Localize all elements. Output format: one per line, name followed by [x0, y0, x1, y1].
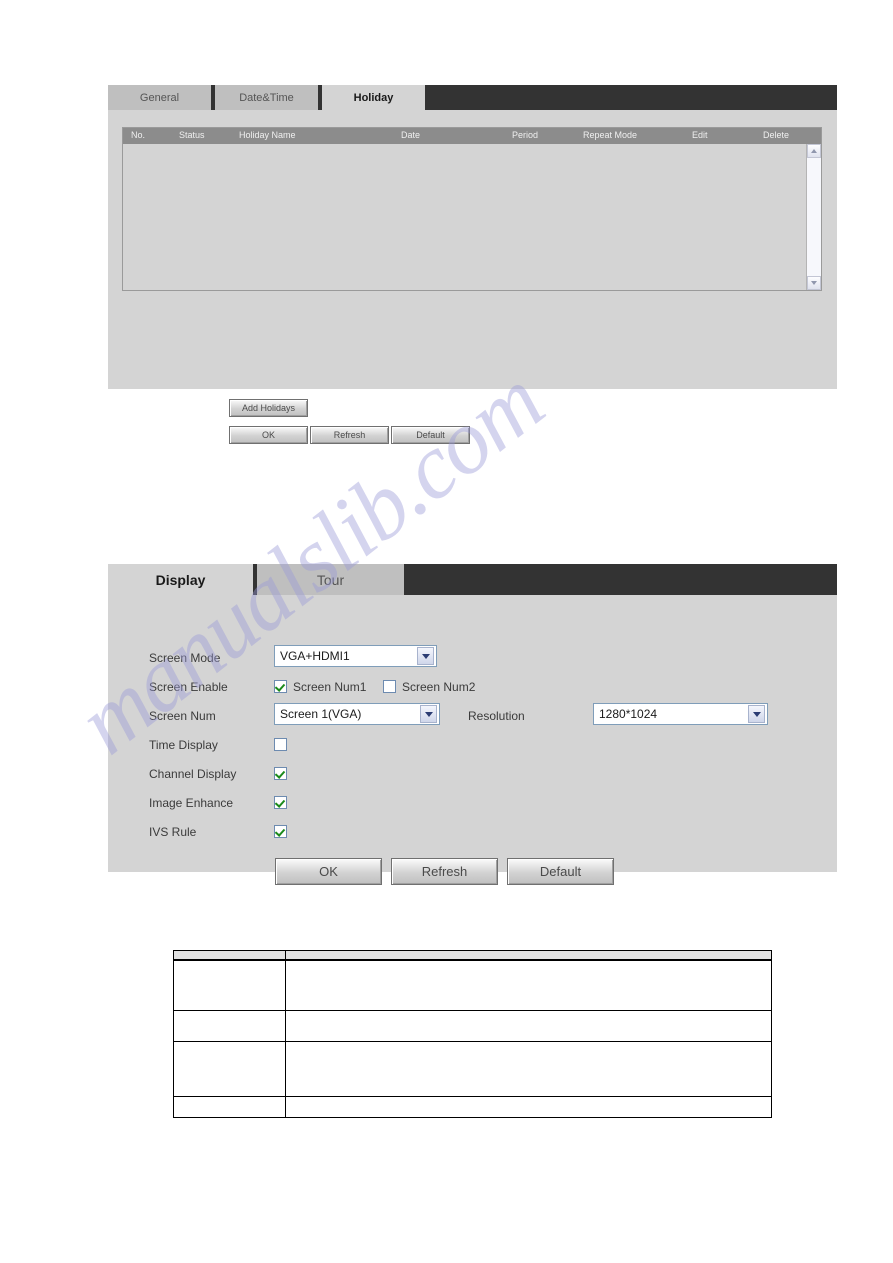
chevron-down-icon[interactable]: [420, 705, 437, 723]
screen-mode-select[interactable]: VGA+HDMI1: [274, 645, 437, 667]
time-display-checkbox[interactable]: [274, 738, 287, 751]
tab-bar-filler: [425, 85, 837, 110]
tab-bar-filler: [404, 564, 837, 595]
channel-display-label: Channel Display: [149, 767, 237, 781]
table-cell-description: [285, 959, 772, 1011]
holiday-table: No. Status Holiday Name Date Period Repe…: [122, 127, 822, 291]
table-cell-parameter: [173, 1040, 286, 1097]
table-cell-description: [285, 1009, 772, 1042]
table-row: [173, 959, 772, 1011]
table-cell-description: [285, 1040, 772, 1097]
holiday-ok-button[interactable]: OK: [229, 426, 308, 444]
display-default-button[interactable]: Default: [507, 858, 614, 885]
tab-general[interactable]: General: [108, 85, 211, 110]
holiday-refresh-label: Refresh: [333, 430, 366, 440]
display-refresh-label: Refresh: [421, 864, 468, 879]
screen-enable-label: Screen Enable: [149, 680, 228, 694]
holiday-table-header: No. Status Holiday Name Date Period Repe…: [123, 128, 821, 144]
table-header-row: [173, 950, 772, 961]
table-row: [173, 1095, 772, 1118]
scroll-down-button[interactable]: [807, 276, 821, 290]
ivs-rule-label: IVS Rule: [149, 825, 197, 839]
display-ok-label: OK: [319, 864, 338, 879]
chevron-down-icon: [811, 281, 817, 285]
resolution-label: Resolution: [468, 709, 525, 723]
screen-num1-label: Screen Num1: [293, 680, 367, 694]
column-header-date: Date: [401, 130, 421, 140]
screen-num-value: Screen 1(VGA): [280, 707, 362, 721]
column-header-delete: Delete: [763, 130, 790, 140]
holiday-refresh-button[interactable]: Refresh: [310, 426, 389, 444]
scroll-up-button[interactable]: [807, 144, 821, 158]
resolution-value: 1280*1024: [599, 707, 658, 721]
column-header-no: No.: [131, 130, 146, 140]
add-holidays-label: Add Holidays: [241, 403, 296, 413]
display-tab-bar: Display Tour: [108, 564, 837, 595]
holiday-table-scrollbar[interactable]: [806, 144, 821, 290]
image-enhance-checkbox[interactable]: [274, 796, 287, 809]
table-row: [173, 1009, 772, 1042]
table-cell-parameter: [173, 959, 286, 1011]
channel-display-checkbox[interactable]: [274, 767, 287, 780]
ivs-rule-checkbox[interactable]: [274, 825, 287, 838]
parameter-description-table: [173, 950, 772, 1118]
table-cell-description: [285, 1095, 772, 1118]
holiday-default-button[interactable]: Default: [391, 426, 470, 444]
chevron-up-icon: [811, 149, 817, 153]
scrollbar-track[interactable]: [807, 158, 821, 276]
screen-num-label: Screen Num: [149, 709, 216, 723]
table-cell-parameter: [173, 1095, 286, 1118]
tab-display-label: Display: [155, 571, 206, 588]
display-settings-panel: Display Tour Screen Mode VGA+HDMI1 Scree…: [108, 564, 837, 885]
holiday-ok-label: OK: [261, 430, 275, 440]
display-action-buttons: OK Refresh Default: [275, 858, 623, 885]
screen-num2-checkbox[interactable]: [383, 680, 396, 693]
tab-general-label: General: [139, 91, 180, 104]
column-header-period: Period: [512, 130, 539, 140]
table-row: [173, 1040, 772, 1097]
screen-num-select[interactable]: Screen 1(VGA): [274, 703, 440, 725]
tab-holiday[interactable]: Holiday: [322, 85, 425, 110]
table-header-cell-parameter: [173, 950, 286, 961]
column-header-repeat-mode: Repeat Mode: [583, 130, 638, 140]
screen-mode-label: Screen Mode: [149, 651, 221, 665]
screen-num1-checkbox[interactable]: [274, 680, 287, 693]
chevron-down-icon[interactable]: [417, 647, 434, 665]
tab-display[interactable]: Display: [108, 564, 253, 595]
holiday-settings-panel: General Date&Time Holiday No. Status Hol…: [108, 85, 837, 444]
holiday-table-body: [123, 144, 821, 290]
holiday-panel-body: No. Status Holiday Name Date Period Repe…: [108, 110, 837, 444]
column-header-edit: Edit: [692, 130, 708, 140]
chevron-down-icon[interactable]: [748, 705, 765, 723]
display-ok-button[interactable]: OK: [275, 858, 382, 885]
resolution-select[interactable]: 1280*1024: [593, 703, 768, 725]
column-header-status: Status: [179, 130, 205, 140]
screen-num2-label: Screen Num2: [402, 680, 476, 694]
holiday-default-label: Default: [416, 430, 445, 440]
display-default-label: Default: [539, 864, 582, 879]
tab-tour-label: Tour: [316, 571, 345, 588]
table-cell-parameter: [173, 1009, 286, 1042]
holiday-action-buttons: OK Refresh Default: [229, 426, 472, 444]
display-panel-body: Screen Mode VGA+HDMI1 Screen Enable Scre…: [108, 595, 837, 885]
screen-mode-value: VGA+HDMI1: [280, 649, 350, 663]
table-header-cell-description: [285, 950, 772, 961]
holiday-tab-bar: General Date&Time Holiday: [108, 85, 837, 110]
image-enhance-label: Image Enhance: [149, 796, 234, 810]
tab-date-time-label: Date&Time: [239, 91, 294, 104]
time-display-label: Time Display: [149, 738, 218, 752]
add-holidays-button[interactable]: Add Holidays: [229, 399, 308, 417]
display-refresh-button[interactable]: Refresh: [391, 858, 498, 885]
tab-tour[interactable]: Tour: [257, 564, 404, 595]
tab-holiday-label: Holiday: [353, 91, 394, 104]
tab-date-time[interactable]: Date&Time: [215, 85, 318, 110]
column-header-holiday-name: Holiday Name: [239, 130, 296, 140]
